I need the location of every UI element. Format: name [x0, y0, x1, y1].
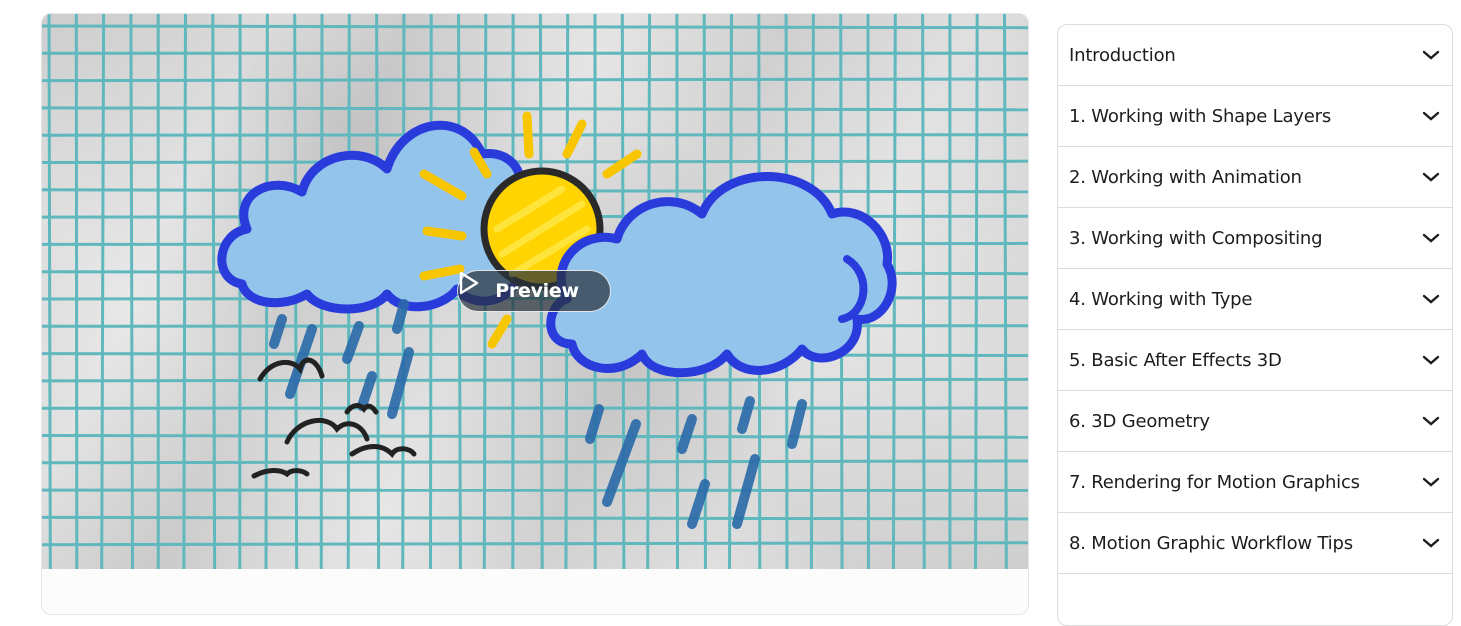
course-preview-card: Preview — [41, 13, 1029, 615]
section-animation[interactable]: 2. Working with Animation — [1058, 147, 1452, 208]
chevron-down-icon[interactable] — [1422, 232, 1440, 244]
grid-line-vertical — [131, 14, 133, 569]
section-title: 3. Working with Compositing — [1069, 228, 1322, 249]
section-title: 8. Motion Graphic Workflow Tips — [1069, 533, 1353, 554]
video-thumbnail[interactable]: Preview — [42, 14, 1028, 569]
section-title: 1. Working with Shape Layers — [1069, 106, 1331, 127]
chevron-down-icon[interactable] — [1422, 49, 1440, 61]
section-rendering[interactable]: 7. Rendering for Motion Graphics — [1058, 452, 1452, 513]
grid-line-vertical — [102, 14, 104, 569]
grid-line-horizontal — [42, 161, 1028, 162]
grid-line-horizontal — [42, 436, 1028, 438]
chevron-down-icon[interactable] — [1422, 537, 1440, 549]
section-title: 7. Rendering for Motion Graphics — [1069, 472, 1360, 493]
chevron-down-icon[interactable] — [1422, 354, 1440, 366]
grid-line-horizontal — [42, 26, 1028, 28]
grid-line-horizontal — [42, 461, 1028, 463]
grid-line-vertical — [1005, 14, 1007, 569]
grid-line-vertical — [213, 14, 215, 569]
preview-button[interactable]: Preview — [457, 270, 611, 312]
grid-line-horizontal — [42, 517, 1028, 518]
section-title: 2. Working with Animation — [1069, 167, 1302, 188]
section-workflow-tips[interactable]: 8. Motion Graphic Workflow Tips — [1058, 513, 1452, 574]
grid-line-horizontal — [42, 354, 1028, 356]
section-3d-geometry[interactable]: 6. 3D Geometry — [1058, 391, 1452, 452]
preview-label: Preview — [495, 280, 578, 302]
section-title: 5. Basic After Effects 3D — [1069, 350, 1282, 371]
grid-line-horizontal — [42, 326, 1028, 327]
section-introduction[interactable]: Introduction — [1058, 25, 1452, 86]
chevron-down-icon[interactable] — [1422, 293, 1440, 305]
section-basic-3d[interactable]: 5. Basic After Effects 3D — [1058, 330, 1452, 391]
section-title: Introduction — [1069, 45, 1176, 66]
chevron-down-icon[interactable] — [1422, 110, 1440, 122]
grid-line-horizontal — [42, 108, 1028, 110]
grid-line-vertical — [976, 14, 978, 569]
grid-line-vertical — [76, 14, 77, 569]
grid-line-horizontal — [42, 79, 1028, 81]
grid-line-horizontal — [42, 543, 1028, 545]
grid-line-vertical — [923, 14, 925, 569]
grid-line-vertical — [184, 14, 186, 569]
section-title: 6. 3D Geometry — [1069, 411, 1210, 432]
section-title: 4. Working with Type — [1069, 289, 1252, 310]
section-compositing[interactable]: 3. Working with Compositing — [1058, 208, 1452, 269]
section-type[interactable]: 4. Working with Type — [1058, 269, 1452, 330]
section-shape-layers[interactable]: 1. Working with Shape Layers — [1058, 86, 1452, 147]
grid-line-vertical — [49, 14, 50, 569]
chevron-down-icon[interactable] — [1422, 415, 1440, 427]
curriculum-accordion: Introduction 1. Working with Shape Layer… — [1057, 24, 1453, 626]
chevron-down-icon[interactable] — [1422, 476, 1440, 488]
chevron-down-icon[interactable] — [1422, 171, 1440, 183]
grid-line-horizontal — [42, 379, 1028, 381]
